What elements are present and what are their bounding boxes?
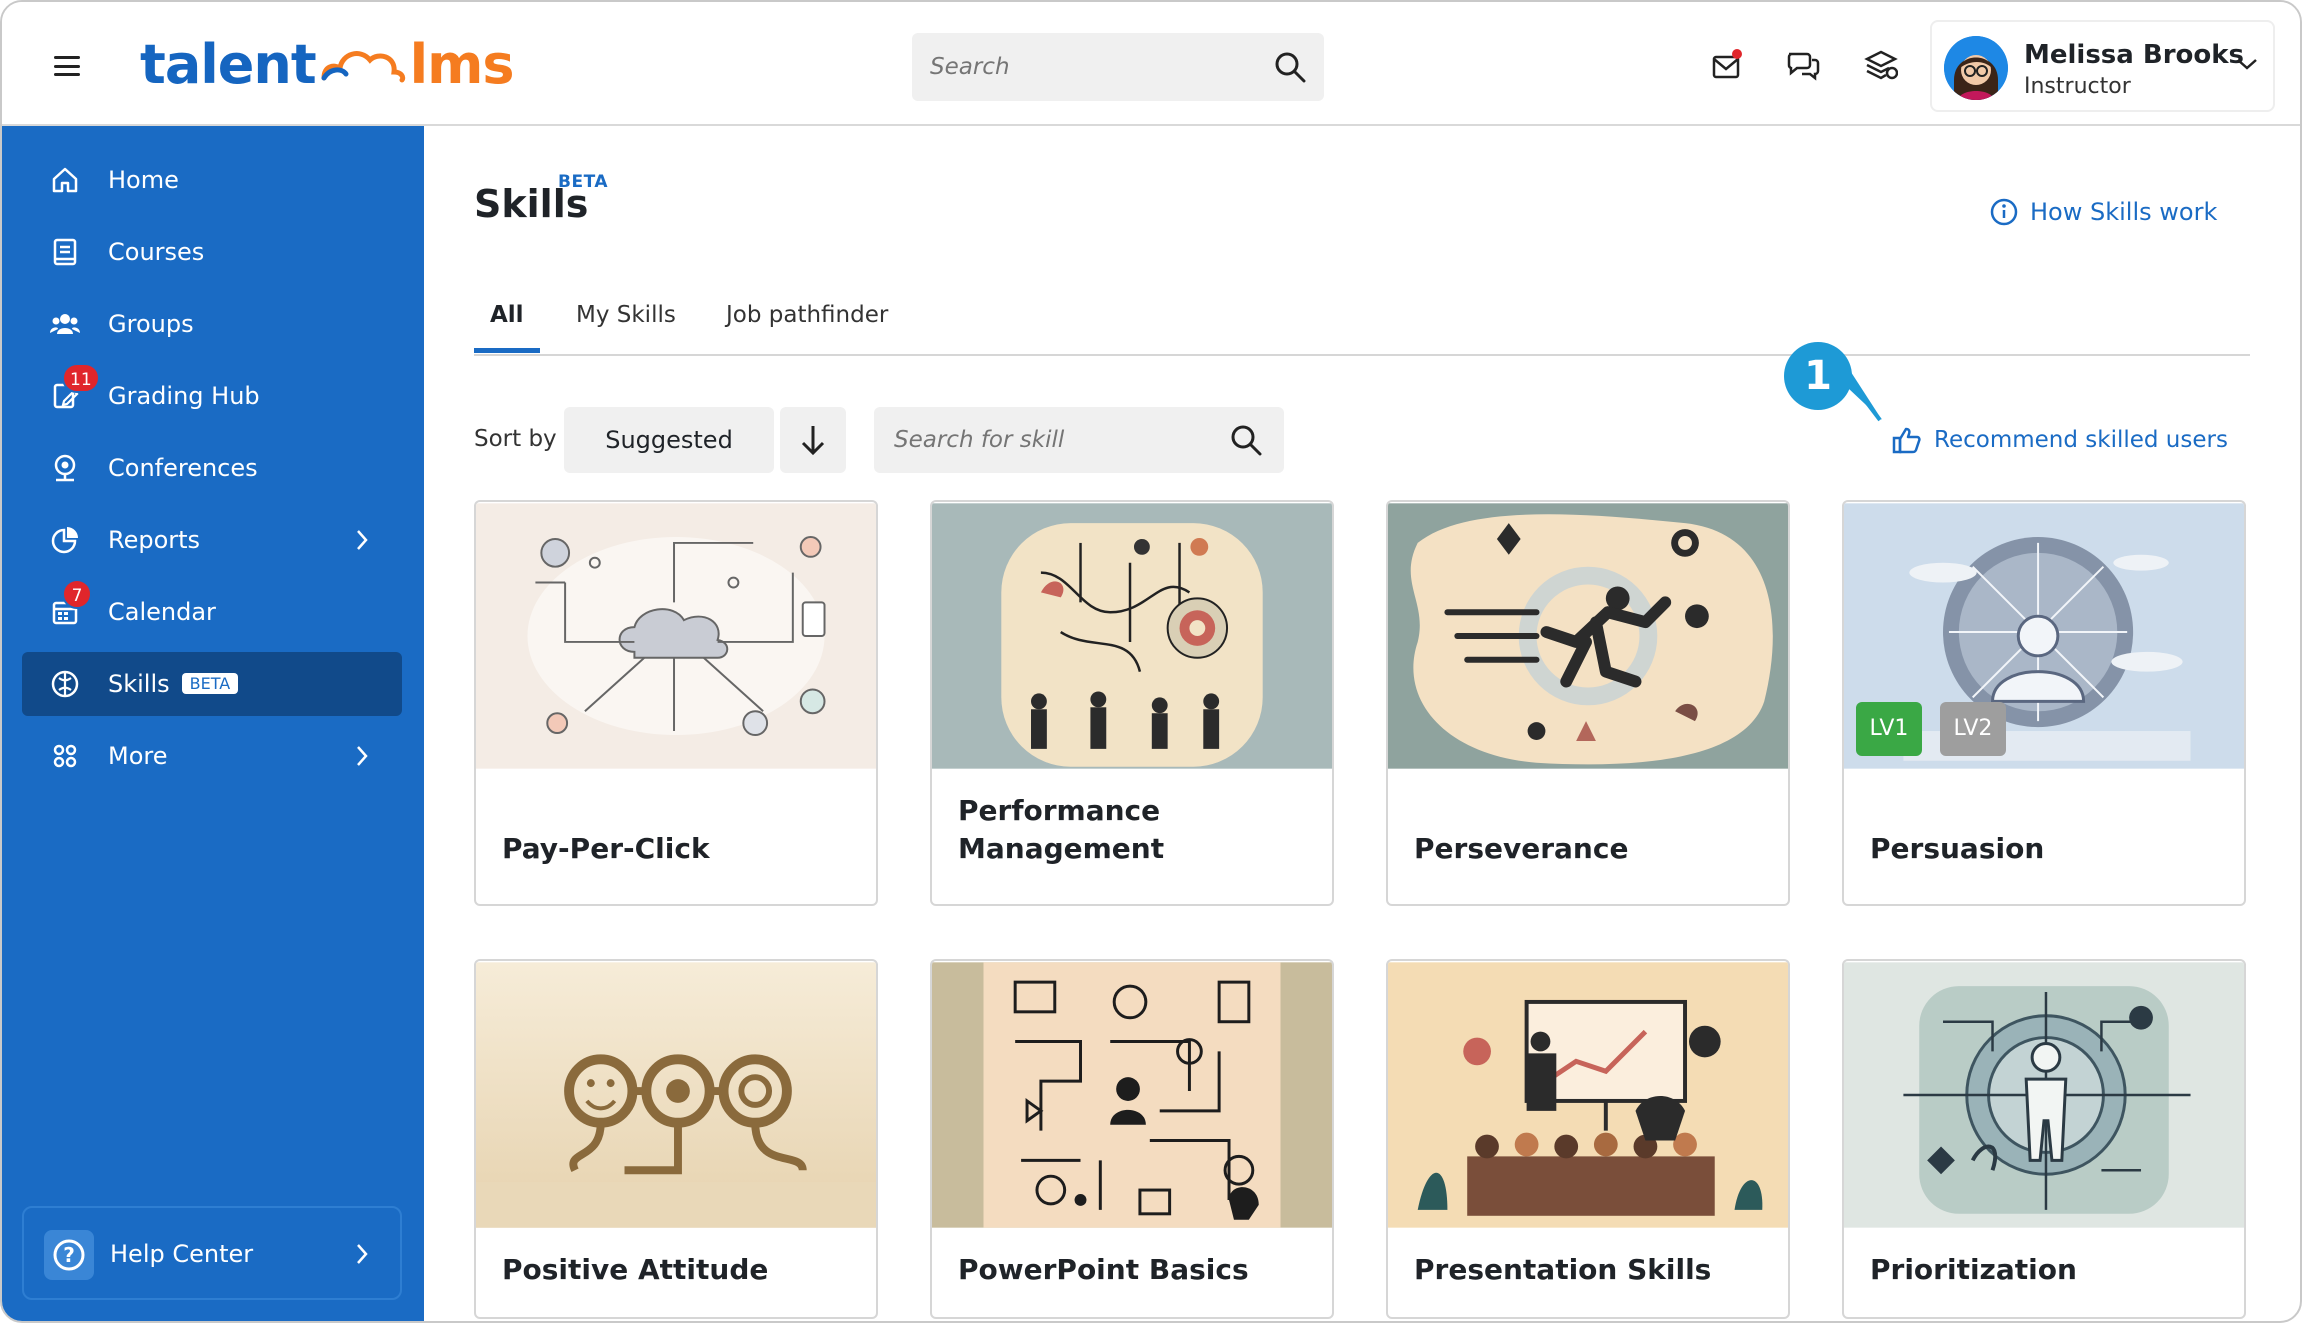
skill-card-title: PowerPoint Basics xyxy=(958,1253,1249,1286)
logo-lms-text: lms xyxy=(409,32,515,96)
skills-label-text: Skills xyxy=(108,670,170,698)
skill-card-title: Persuasion xyxy=(1870,832,2045,865)
level-badge-lv2: LV2 xyxy=(1940,702,2006,756)
title-beta-badge: BETA xyxy=(558,172,609,192)
top-header: talent lms Search Melissa Brooks Instruc… xyxy=(2,2,2300,126)
skill-card-title: Pay-Per-Click xyxy=(502,832,710,865)
skill-card-prioritization[interactable]: Prioritization xyxy=(1842,959,2246,1319)
grading-count-badge: 11 xyxy=(62,363,100,393)
skill-card-positive-attitude[interactable]: Positive Attitude xyxy=(474,959,878,1319)
search-icon[interactable] xyxy=(1274,51,1306,83)
sidebar-item-courses[interactable]: Courses xyxy=(22,220,402,284)
how-skills-work-link[interactable]: How Skills work xyxy=(1990,198,2217,226)
sidebar-item-groups[interactable]: Groups xyxy=(22,292,402,356)
skill-card-image xyxy=(1388,503,1788,769)
sort-select[interactable]: Suggested xyxy=(564,407,774,473)
skill-card-image xyxy=(932,962,1332,1228)
help-icon: ? xyxy=(44,1230,94,1280)
info-icon xyxy=(1990,198,2018,226)
talentlms-logo[interactable]: talent lms xyxy=(140,32,515,96)
global-search-input[interactable] xyxy=(930,33,1260,101)
skill-card-performance-management[interactable]: Performance Management xyxy=(930,500,1334,906)
beta-badge: BETA xyxy=(181,672,239,694)
level-badge-lv1: LV1 xyxy=(1856,702,1922,756)
sidebar: Home Courses Groups 11 Grading Hub Confe… xyxy=(2,126,424,1321)
svg-text:?: ? xyxy=(63,1243,75,1267)
skill-card-title: Performance Management xyxy=(958,794,1165,865)
help-center-label: Help Center xyxy=(110,1240,254,1268)
skill-card-image xyxy=(1388,962,1788,1228)
chevron-right-icon xyxy=(357,1244,368,1264)
user-role: Instructor xyxy=(2024,74,2131,99)
calendar-count-badge: 7 xyxy=(62,579,92,609)
skill-card-powerpoint-basics[interactable]: PowerPoint Basics xyxy=(930,959,1334,1319)
tab-job-pathfinder[interactable]: Job pathfinder xyxy=(726,302,888,348)
skill-card-presentation-skills[interactable]: Presentation Skills xyxy=(1386,959,1790,1319)
sidebar-item-label: Reports xyxy=(108,526,201,554)
how-skills-work-label: How Skills work xyxy=(2030,198,2218,226)
cloud-logo-icon xyxy=(321,51,405,83)
sidebar-item-home[interactable]: Home xyxy=(22,148,402,212)
chevron-down-icon[interactable] xyxy=(2235,56,2259,72)
conference-icon xyxy=(54,454,76,482)
skills-icon xyxy=(51,670,79,698)
skill-card-title: Positive Attitude xyxy=(502,1253,769,1286)
book-icon xyxy=(53,238,77,266)
discussions-icon[interactable] xyxy=(1786,48,1820,82)
search-icon[interactable] xyxy=(1230,424,1262,456)
sort-direction-button[interactable] xyxy=(780,407,846,473)
help-center-button[interactable]: ? Help Center xyxy=(22,1206,402,1300)
chevron-right-icon xyxy=(357,530,368,550)
skill-card-perseverance[interactable]: Perseverance xyxy=(1386,500,1790,906)
skill-card-title: Prioritization xyxy=(1870,1253,2077,1286)
global-search[interactable] xyxy=(912,33,1324,101)
sidebar-item-reports[interactable]: Reports xyxy=(22,508,402,572)
arrow-down-icon xyxy=(801,426,825,456)
sort-by-label: Sort by xyxy=(474,426,557,452)
messages-icon[interactable] xyxy=(1710,48,1744,82)
user-name: Melissa Brooks xyxy=(2024,40,2245,70)
sidebar-item-grading-hub[interactable]: 11 Grading Hub xyxy=(22,363,402,428)
tab-all[interactable]: All xyxy=(474,302,540,353)
home-icon xyxy=(52,167,78,193)
sidebar-item-more[interactable]: More xyxy=(22,724,402,788)
skill-card-title: Presentation Skills xyxy=(1414,1253,1712,1286)
sidebar-item-label: Groups xyxy=(108,310,194,338)
sidebar-item-label: Conferences xyxy=(108,454,258,482)
sidebar-item-skills[interactable]: Skills BETA xyxy=(22,652,402,716)
avatar xyxy=(1944,36,2008,100)
more-icon xyxy=(53,744,77,768)
logo-talent-text: talent xyxy=(140,32,317,96)
sidebar-item-label: Courses xyxy=(108,238,205,266)
skill-card-image xyxy=(932,503,1332,769)
skill-search-input[interactable] xyxy=(894,407,1214,473)
sidebar-item-label: Grading Hub xyxy=(108,382,260,410)
recommend-skilled-users-link[interactable]: Recommend skilled users xyxy=(1892,426,2228,454)
tab-bar: All My Skills Job pathfinder xyxy=(474,292,2250,356)
recommend-label: Recommend skilled users xyxy=(1934,427,2228,453)
sidebar-item-label: More xyxy=(108,742,168,770)
tab-my-skills[interactable]: My Skills xyxy=(576,302,676,348)
skill-card-image xyxy=(476,962,876,1228)
layers-icon[interactable] xyxy=(1864,48,1898,82)
sidebar-item-conferences[interactable]: Conferences xyxy=(22,436,402,500)
reports-icon xyxy=(51,527,78,554)
sidebar-item-label: Home xyxy=(108,166,179,194)
skill-card-image xyxy=(476,503,876,769)
skill-card-title: Perseverance xyxy=(1414,832,1629,865)
app-window: talent lms Search Melissa Brooks Instruc… xyxy=(0,0,2302,1323)
chevron-right-icon xyxy=(357,746,368,766)
skill-search[interactable] xyxy=(874,407,1284,473)
sidebar-item-label: Calendar xyxy=(108,598,216,626)
sidebar-item-label: Skills BETA xyxy=(108,670,239,698)
menu-icon[interactable] xyxy=(54,56,80,76)
skill-card-persuasion[interactable]: LV1 LV2 Persuasion xyxy=(1842,500,2246,906)
thumbs-up-icon xyxy=(1892,427,1921,454)
user-menu[interactable]: Melissa Brooks Instructor xyxy=(1930,20,2275,112)
groups-icon xyxy=(50,314,80,334)
skill-card-image xyxy=(1844,962,2244,1228)
skill-card-pay-per-click[interactable]: Pay-Per-Click xyxy=(474,500,878,906)
sidebar-item-calendar[interactable]: 7 Calendar xyxy=(22,579,402,644)
callout-number: 1 xyxy=(1804,353,1832,399)
